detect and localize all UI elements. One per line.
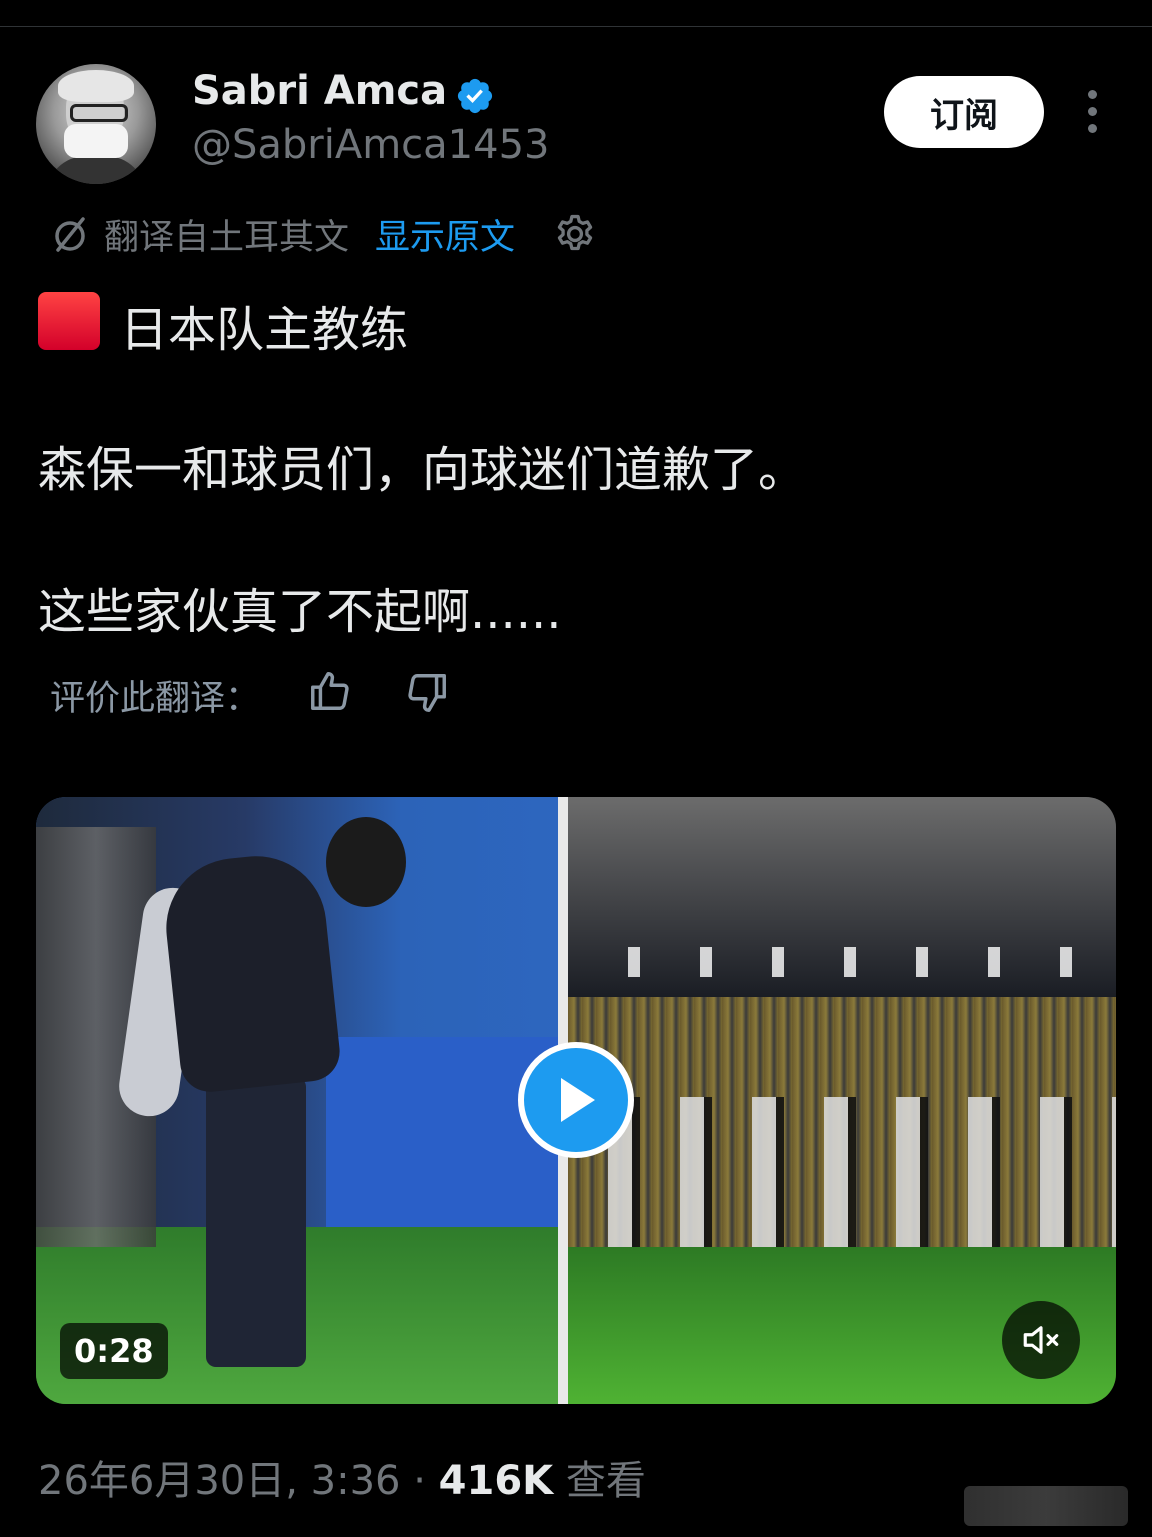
- translate-icon: [55, 217, 85, 252]
- watermark: [964, 1486, 1128, 1526]
- top-divider: [0, 26, 1152, 27]
- verified-badge-icon: [457, 78, 493, 114]
- thumbs-down-icon[interactable]: [404, 670, 450, 716]
- avatar-mask: [64, 124, 128, 158]
- video-player[interactable]: 0:28: [36, 797, 1116, 1404]
- mute-button[interactable]: [1002, 1301, 1080, 1379]
- play-button[interactable]: [518, 1042, 634, 1158]
- subscribe-button[interactable]: 订阅: [884, 76, 1044, 148]
- thumbs-up-icon[interactable]: [307, 668, 353, 714]
- tweet-text-line1: 日本队主教练: [120, 302, 409, 358]
- show-original-link[interactable]: 显示原文: [375, 209, 515, 260]
- rate-translation-label: 评价此翻译：: [50, 679, 261, 719]
- video-duration: 0:28: [60, 1323, 168, 1379]
- video-thumbnail-left: [36, 797, 558, 1404]
- more-vertical-icon[interactable]: [1078, 90, 1106, 136]
- user-handle[interactable]: @SabriAmca1453: [192, 122, 549, 168]
- view-count: 416K: [438, 1458, 554, 1504]
- tweet-text-line2: 森保一和球员们，向球迷们道歉了。: [38, 442, 807, 498]
- views-label: 查看: [553, 1458, 646, 1504]
- avatar[interactable]: [36, 64, 156, 184]
- avatar-body: [46, 156, 146, 184]
- red-square-emoji: [38, 292, 100, 350]
- translation-label: 翻译自土耳其文: [104, 217, 350, 258]
- play-icon: [561, 1078, 595, 1122]
- gear-icon[interactable]: [553, 212, 597, 256]
- display-name[interactable]: Sabri Amca: [192, 68, 447, 114]
- translation-bar: 翻译自土耳其文 显示原文: [50, 208, 597, 260]
- tweet-date[interactable]: 26年6月30日, 3:36 ·: [38, 1458, 439, 1504]
- tweet-metadata: 26年6月30日, 3:36 · 416K 查看: [38, 1448, 646, 1506]
- avatar-glasses: [70, 104, 128, 122]
- tweet-text-line3: 这些家伙真了不起啊......: [38, 584, 562, 640]
- avatar-hair: [58, 70, 134, 102]
- volume-muted-icon: [1023, 1326, 1059, 1354]
